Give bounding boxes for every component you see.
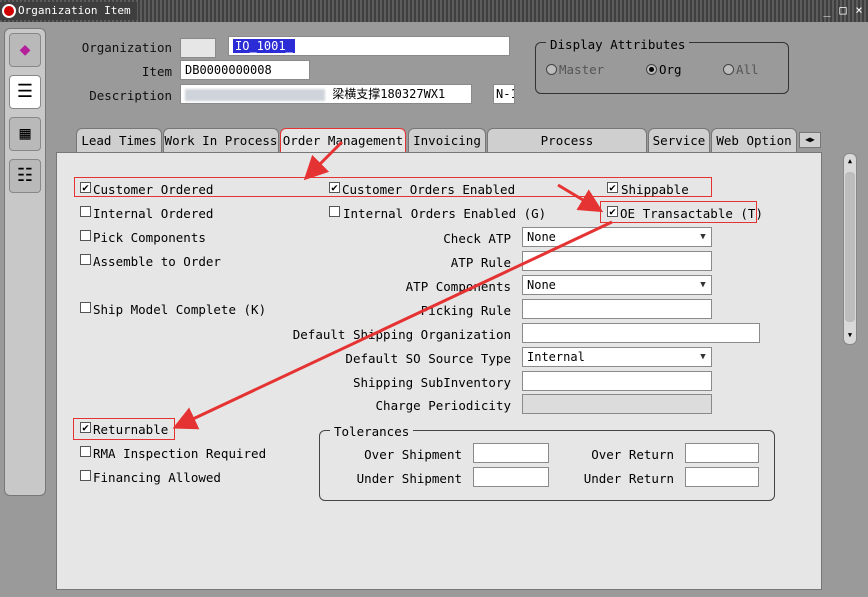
annotation-arrows xyxy=(172,140,613,430)
arrow-to-returnable xyxy=(172,220,613,430)
arrow-tab-to-row xyxy=(303,140,344,181)
arrow-to-oe-transactable xyxy=(557,183,604,213)
